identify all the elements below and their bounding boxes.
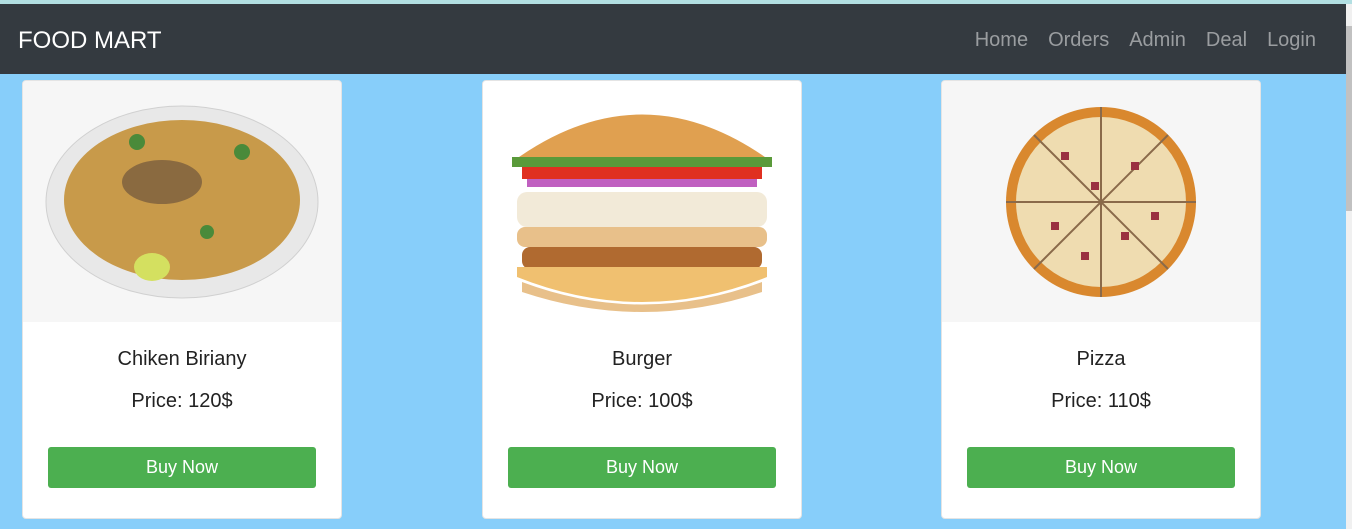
nav-admin[interactable]: Admin xyxy=(1129,29,1186,52)
brand-logo[interactable]: FOOD MART xyxy=(18,27,162,55)
buy-now-button[interactable]: Buy Now xyxy=(48,447,316,488)
nav-orders[interactable]: Orders xyxy=(1048,29,1109,52)
nav-deal[interactable]: Deal xyxy=(1206,29,1247,52)
navbar: FOOD MART Home Orders Admin Deal Login xyxy=(0,4,1346,74)
pizza-image xyxy=(942,81,1260,322)
product-name: Pizza xyxy=(1076,348,1126,370)
nav-login[interactable]: Login xyxy=(1267,29,1316,52)
nav-links: Home Orders Admin Deal Login xyxy=(975,29,1316,52)
product-card: Pizza Price: 110$ Buy Now xyxy=(941,80,1261,519)
burger-image xyxy=(483,81,801,322)
product-price: Price: 110$ xyxy=(1051,390,1151,412)
product-price: Price: 120$ xyxy=(131,390,233,412)
product-price: Price: 100$ xyxy=(591,390,693,412)
scrollbar-thumb[interactable] xyxy=(1346,26,1352,211)
buy-now-button[interactable]: Buy Now xyxy=(967,447,1235,488)
product-name: Burger xyxy=(611,348,673,370)
product-name: Chiken Biriany xyxy=(117,348,247,370)
product-card: Chiken Biriany Price: 120$ Buy Now xyxy=(22,80,342,519)
product-card: Burger Price: 100$ Buy Now xyxy=(482,80,802,519)
biriany-image xyxy=(23,81,341,322)
nav-home[interactable]: Home xyxy=(975,29,1028,52)
buy-now-button[interactable]: Buy Now xyxy=(508,447,776,488)
scrollbar[interactable] xyxy=(1346,4,1352,529)
